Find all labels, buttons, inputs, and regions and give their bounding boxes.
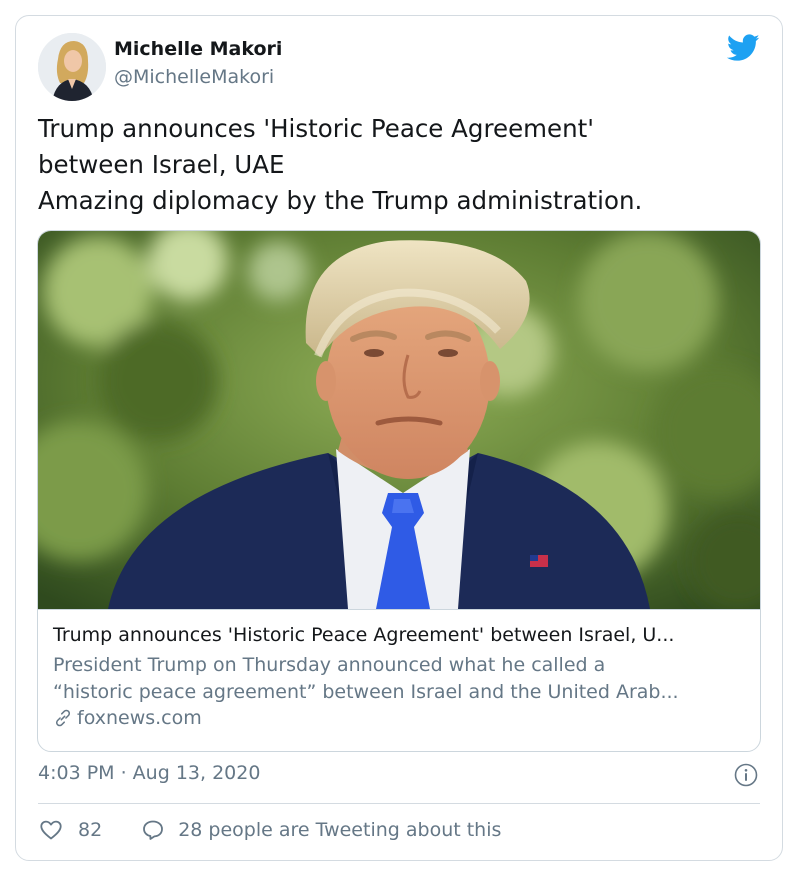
link-card-description-line: “historic peace agreement” between Israe… xyxy=(53,681,679,703)
tweeting-about-text: 28 people are Tweeting about this xyxy=(178,819,502,841)
tweet-timestamp[interactable]: 4:03 PM · Aug 13, 2020 xyxy=(38,762,260,784)
card-divider xyxy=(38,609,760,610)
action-bar: 82 28 people are Tweeting about this xyxy=(38,818,501,842)
heart-icon xyxy=(40,820,62,840)
like-count: 82 xyxy=(78,819,103,841)
author-name[interactable]: Michelle Makori xyxy=(114,38,282,60)
tweeting-about-link[interactable]: 28 people are Tweeting about this xyxy=(140,818,501,842)
link-card-description: President Trump on Thursday announced wh… xyxy=(53,652,753,706)
avatar-image xyxy=(38,33,106,101)
tweet-text: Trump announces 'Historic Peace Agreemen… xyxy=(38,111,758,219)
twitter-bird-icon[interactable] xyxy=(727,34,760,62)
info-icon[interactable] xyxy=(734,763,758,787)
link-icon xyxy=(55,709,71,727)
link-preview-card[interactable]: Trump announces 'Historic Peace Agreemen… xyxy=(37,230,761,752)
tweet-text-line: Trump announces 'Historic Peace Agreemen… xyxy=(38,114,594,143)
preview-photo xyxy=(38,231,760,609)
link-card-domain[interactable]: foxnews.com xyxy=(53,707,202,729)
like-button[interactable]: 82 xyxy=(38,818,102,842)
link-preview-image[interactable] xyxy=(38,231,760,609)
link-card-description-line: President Trump on Thursday announced wh… xyxy=(53,654,606,676)
link-card-domain-text: foxnews.com xyxy=(77,707,202,729)
link-card-title[interactable]: Trump announces 'Historic Peace Agreemen… xyxy=(53,624,674,646)
tweet-text-line: Amazing diplomacy by the Trump administr… xyxy=(38,186,643,215)
meta-divider xyxy=(38,803,760,804)
avatar[interactable] xyxy=(38,33,106,101)
author-handle[interactable]: @MichelleMakori xyxy=(114,66,274,88)
tweet-text-line: between Israel, UAE xyxy=(38,150,285,179)
reply-icon xyxy=(143,820,164,840)
